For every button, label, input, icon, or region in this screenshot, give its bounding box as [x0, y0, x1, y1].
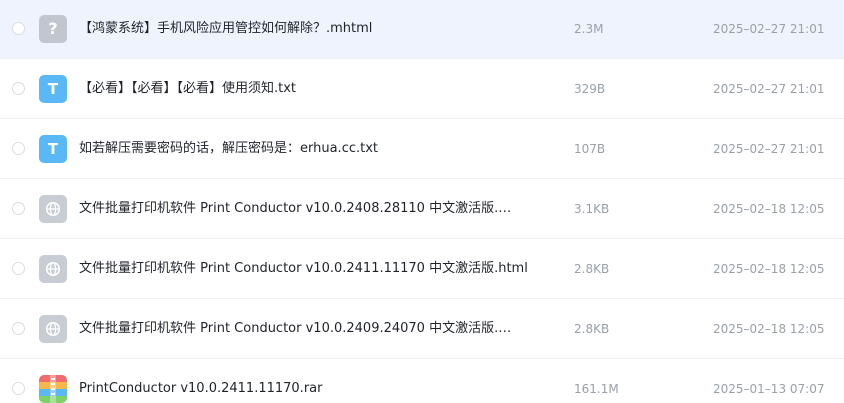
row-checkbox[interactable]: [12, 262, 25, 275]
file-name[interactable]: PrintConductor v10.0.2411.11170.rar: [79, 380, 322, 398]
file-date: 2025–02–18 12:05: [713, 202, 825, 216]
file-date: 2025–02–18 12:05: [713, 262, 825, 276]
file-size: 2.3M: [574, 22, 604, 36]
file-size: 2.8KB: [574, 322, 610, 336]
globe-icon: [45, 321, 61, 337]
file-name[interactable]: 【鸿蒙系统】手机风险应用管控如何解除？.mhtml: [79, 20, 372, 38]
globe-icon: [45, 261, 61, 277]
text-file-icon: T: [39, 75, 67, 103]
row-checkbox[interactable]: [12, 382, 25, 395]
file-date: 2025–02–27 21:01: [713, 142, 825, 156]
file-size: 161.1M: [574, 382, 619, 396]
row-checkbox[interactable]: [12, 322, 25, 335]
file-size: 3.1KB: [574, 202, 610, 216]
file-name[interactable]: 文件批量打印机软件 Print Conductor v10.0.2409.240…: [79, 320, 511, 338]
row-checkbox[interactable]: [12, 142, 25, 155]
file-row[interactable]: T 【必看】【必看】【必看】使用须知.txt 329B 2025–02–27 2…: [0, 60, 844, 119]
file-name[interactable]: 文件批量打印机软件 Print Conductor v10.0.2411.111…: [79, 260, 528, 278]
web-file-icon: [39, 315, 67, 343]
zip-archive-icon: [39, 375, 67, 403]
file-size: 2.8KB: [574, 262, 610, 276]
file-size: 329B: [574, 82, 606, 96]
file-row[interactable]: 文件批量打印机软件 Print Conductor v10.0.2408.281…: [0, 180, 844, 239]
archive-file-icon: [39, 375, 67, 403]
row-checkbox[interactable]: [12, 82, 25, 95]
unknown-file-icon: ?: [39, 15, 67, 43]
file-name[interactable]: 如若解压需要密码的话，解压密码是：erhua.cc.txt: [79, 140, 378, 158]
file-row[interactable]: 文件批量打印机软件 Print Conductor v10.0.2411.111…: [0, 240, 844, 299]
file-name[interactable]: 【必看】【必看】【必看】使用须知.txt: [79, 80, 296, 98]
file-size: 107B: [574, 142, 606, 156]
file-date: 2025–02–18 12:05: [713, 322, 825, 336]
file-name[interactable]: 文件批量打印机软件 Print Conductor v10.0.2408.281…: [79, 200, 511, 218]
row-checkbox[interactable]: [12, 22, 25, 35]
file-row[interactable]: PrintConductor v10.0.2411.11170.rar 161.…: [0, 360, 844, 403]
file-row[interactable]: T 如若解压需要密码的话，解压密码是：erhua.cc.txt 107B 202…: [0, 120, 844, 179]
text-file-icon: T: [39, 135, 67, 163]
file-row[interactable]: 文件批量打印机软件 Print Conductor v10.0.2409.240…: [0, 300, 844, 359]
file-date: 2025–02–27 21:01: [713, 82, 825, 96]
file-list: ? 【鸿蒙系统】手机风险应用管控如何解除？.mhtml 2.3M 2025–02…: [0, 0, 844, 403]
web-file-icon: [39, 195, 67, 223]
row-checkbox[interactable]: [12, 202, 25, 215]
web-file-icon: [39, 255, 67, 283]
globe-icon: [45, 201, 61, 217]
file-date: 2025–02–27 21:01: [713, 22, 825, 36]
file-row[interactable]: ? 【鸿蒙系统】手机风险应用管控如何解除？.mhtml 2.3M 2025–02…: [0, 0, 844, 59]
file-date: 2025–01–13 07:07: [713, 382, 825, 396]
